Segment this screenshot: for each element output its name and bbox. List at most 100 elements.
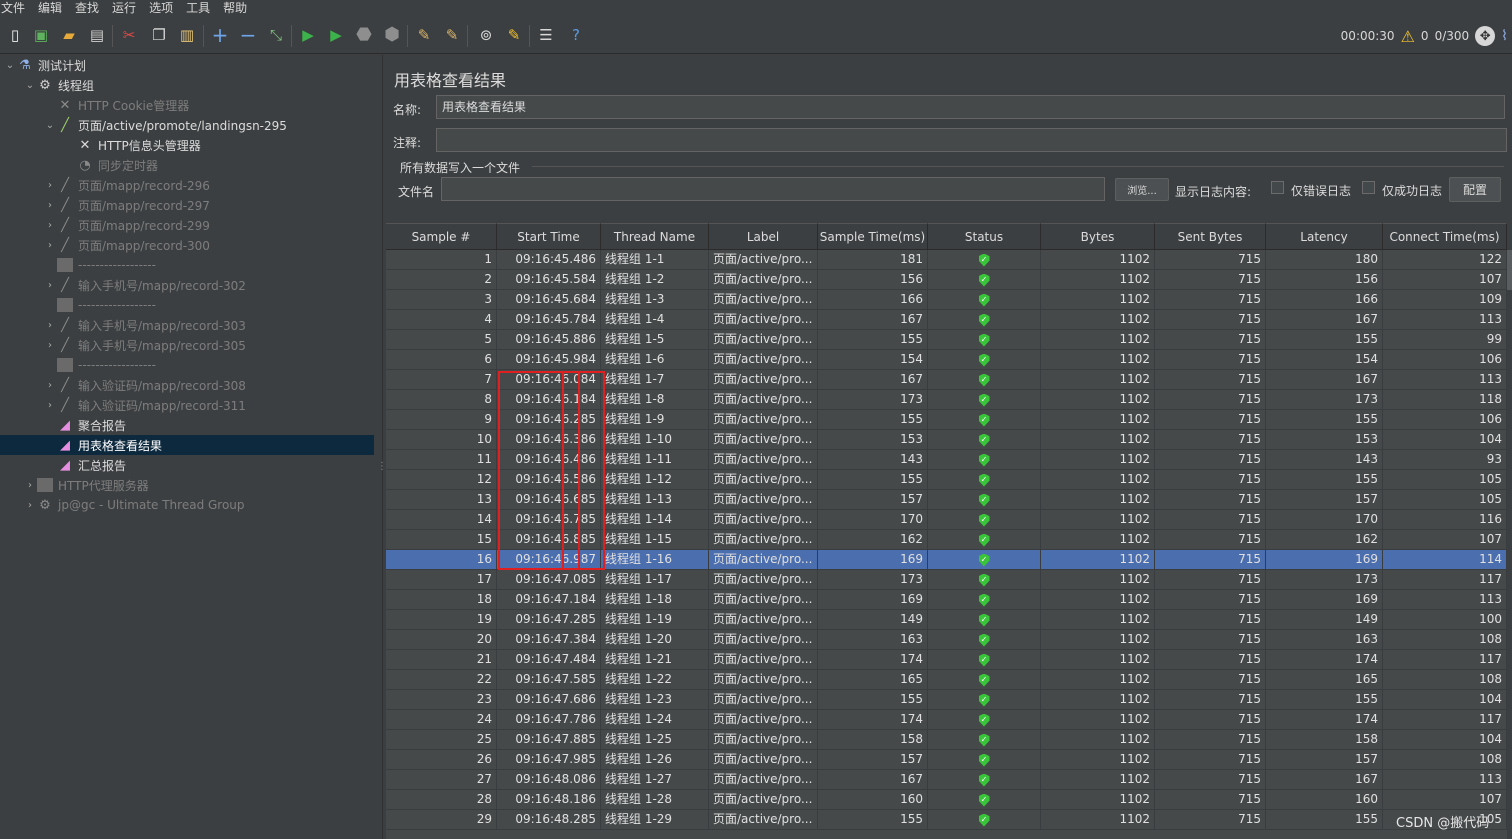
column-header[interactable]: Connect Time(ms): [1383, 223, 1507, 250]
search-icon[interactable]: ⊚: [475, 24, 497, 46]
tree-node[interactable]: ◢ 用表格查看结果: [0, 435, 374, 455]
expand-toggle-icon[interactable]: ›: [44, 340, 56, 351]
table-row[interactable]: 20 09:16:47.384 线程组 1-20 页面/active/pro... 16…: [386, 630, 1507, 650]
column-header[interactable]: Sample Time(ms): [818, 223, 928, 250]
expand-toggle-icon[interactable]: ›: [44, 320, 56, 331]
menu-item[interactable]: 运行: [111, 0, 142, 16]
table-row[interactable]: 19 09:16:47.285 线程组 1-19 页面/active/pro... 14…: [386, 610, 1507, 630]
function-helper-icon[interactable]: ☰: [535, 24, 557, 46]
errors-only-checkbox[interactable]: [1271, 181, 1284, 194]
table-row[interactable]: 5 09:16:45.886 线程组 1-5 页面/active/pro... 155 ✓…: [386, 330, 1507, 350]
shutdown-icon[interactable]: ⬢: [381, 24, 403, 46]
expand-toggle-icon[interactable]: ›: [44, 240, 56, 251]
column-header[interactable]: Label: [709, 223, 818, 250]
expand-toggle-icon[interactable]: ›: [44, 400, 56, 411]
table-row[interactable]: 24 09:16:47.786 线程组 1-24 页面/active/pro... 17…: [386, 710, 1507, 730]
tree-node[interactable]: ◢ 聚合报告: [0, 415, 374, 435]
menu-item[interactable]: 工具: [185, 0, 216, 16]
expand-toggle-icon[interactable]: ›: [44, 380, 56, 391]
column-header[interactable]: Thread Name: [601, 223, 709, 250]
tree-node[interactable]: › ╱ 页面/mapp/record-299: [0, 215, 374, 235]
cut-icon[interactable]: ✂: [118, 24, 140, 46]
column-header[interactable]: Latency: [1266, 223, 1383, 250]
tree-node[interactable]: ✕ HTTP Cookie管理器: [0, 95, 374, 115]
tree-node[interactable]: › ╱ 输入手机号/mapp/record-305: [0, 335, 374, 355]
remote-engines-icon[interactable]: ✥: [1475, 26, 1496, 46]
splitter[interactable]: ⋮: [374, 55, 387, 839]
expand-toggle-icon[interactable]: ›: [44, 180, 56, 191]
column-header[interactable]: Bytes: [1041, 223, 1155, 250]
expand-toggle-icon[interactable]: ›: [44, 200, 56, 211]
tree-node[interactable]: › ⚙ jp@gc - Ultimate Thread Group: [0, 495, 374, 515]
table-row[interactable]: 27 09:16:48.086 线程组 1-27 页面/active/pro... 16…: [386, 770, 1507, 790]
tree-node[interactable]: › ╱ 输入手机号/mapp/record-303: [0, 315, 374, 335]
table-row[interactable]: 4 09:16:45.784 线程组 1-4 页面/active/pro... 167 ✓…: [386, 310, 1507, 330]
expand-toggle-icon[interactable]: ›: [24, 480, 36, 491]
stop-icon[interactable]: ⬣: [353, 24, 375, 46]
tree-node[interactable]: › ╱ 页面/mapp/record-300: [0, 235, 374, 255]
clear-icon[interactable]: ✎: [413, 24, 435, 46]
clear-all-icon[interactable]: ✎: [441, 24, 463, 46]
save-icon[interactable]: ▤: [86, 24, 108, 46]
expand-toggle-icon[interactable]: ›: [24, 500, 36, 511]
menu-item[interactable]: 编辑: [37, 0, 68, 16]
table-row[interactable]: 22 09:16:47.585 线程组 1-22 页面/active/pro... 16…: [386, 670, 1507, 690]
tree-node[interactable]: › ╱ 输入手机号/mapp/record-302: [0, 275, 374, 295]
menu-item[interactable]: 帮助: [222, 0, 253, 16]
collapse-icon[interactable]: −: [237, 24, 259, 46]
column-header[interactable]: Status: [928, 223, 1041, 250]
tree-node[interactable]: ✕ HTTP信息头管理器: [0, 135, 374, 155]
expand-toggle-icon[interactable]: ⌄: [44, 120, 56, 131]
copy-icon[interactable]: ❐: [148, 24, 170, 46]
scrollbar-thumb[interactable]: [1507, 250, 1512, 290]
column-header[interactable]: Start Time: [497, 223, 601, 250]
table-row[interactable]: 2 09:16:45.584 线程组 1-2 页面/active/pro... 156 ✓…: [386, 270, 1507, 290]
expand-toggle-icon[interactable]: ›: [44, 220, 56, 231]
reset-search-icon[interactable]: ✎: [503, 24, 525, 46]
warning-icon[interactable]: ⚠: [1401, 27, 1415, 46]
success-only-checkbox[interactable]: [1362, 181, 1375, 194]
tree-node[interactable]: › ╱ 输入验证码/mapp/record-308: [0, 375, 374, 395]
table-row[interactable]: 23 09:16:47.686 线程组 1-23 页面/active/pro... 15…: [386, 690, 1507, 710]
browse-button[interactable]: 浏览...: [1115, 178, 1169, 201]
toggle-icon[interactable]: ⤡: [265, 24, 287, 46]
table-row[interactable]: 18 09:16:47.184 线程组 1-18 页面/active/pro... 16…: [386, 590, 1507, 610]
expand-toggle-icon[interactable]: ⌄: [4, 60, 16, 71]
help-icon[interactable]: ?: [565, 24, 587, 46]
tree-node[interactable]: › ╱ 页面/mapp/record-297: [0, 195, 374, 215]
table-row[interactable]: 25 09:16:47.885 线程组 1-25 页面/active/pro... 15…: [386, 730, 1507, 750]
tree-node[interactable]: › HTTP代理服务器: [0, 475, 374, 495]
expand-icon[interactable]: +: [209, 24, 231, 46]
table-row[interactable]: 3 09:16:45.684 线程组 1-3 页面/active/pro... 166 ✓…: [386, 290, 1507, 310]
tree-node[interactable]: › ╱ 页面/mapp/record-296: [0, 175, 374, 195]
templates-icon[interactable]: ▣: [30, 24, 52, 46]
log-viewer-icon[interactable]: ⌇: [1501, 28, 1508, 44]
expand-toggle-icon[interactable]: ›: [44, 280, 56, 291]
expand-toggle-icon[interactable]: ⌄: [24, 80, 36, 91]
menu-item[interactable]: 查找: [74, 0, 105, 16]
table-row[interactable]: 17 09:16:47.085 线程组 1-17 页面/active/pro... 17…: [386, 570, 1507, 590]
tree-node[interactable]: ⌄ ╱ 页面/active/promote/landingsn-295: [0, 115, 374, 135]
column-header[interactable]: Sent Bytes: [1155, 223, 1266, 250]
start-icon[interactable]: ▶: [297, 24, 319, 46]
tree-node[interactable]: ⌄ ⚙ 线程组: [0, 75, 374, 95]
table-row[interactable]: 29 09:16:48.285 线程组 1-29 页面/active/pro... 15…: [386, 810, 1507, 830]
table-row[interactable]: 21 09:16:47.484 线程组 1-21 页面/active/pro... 17…: [386, 650, 1507, 670]
tree-node[interactable]: ◢ 汇总报告: [0, 455, 374, 475]
comment-field[interactable]: [436, 128, 1507, 152]
paste-icon[interactable]: ▥: [176, 24, 198, 46]
menu-item[interactable]: 文件: [0, 0, 31, 16]
tree-node[interactable]: ⌄ ⚗ 测试计划: [0, 55, 374, 75]
start-no-pause-icon[interactable]: ▶: [325, 24, 347, 46]
tree-node[interactable]: › ╱ 输入验证码/mapp/record-311: [0, 395, 374, 415]
column-header[interactable]: Sample #: [386, 223, 497, 250]
tree-node[interactable]: ------------------: [0, 295, 374, 315]
table-row[interactable]: 6 09:16:45.984 线程组 1-6 页面/active/pro... 154 ✓…: [386, 350, 1507, 370]
new-icon[interactable]: ▯: [4, 24, 26, 46]
tree-node[interactable]: ◔ 同步定时器: [0, 155, 374, 175]
tree-node[interactable]: ------------------: [0, 255, 374, 275]
filename-field[interactable]: [441, 177, 1105, 201]
open-icon[interactable]: ▰: [58, 24, 80, 46]
menu-item[interactable]: 选项: [148, 0, 179, 16]
table-row[interactable]: 28 09:16:48.186 线程组 1-28 页面/active/pro... 16…: [386, 790, 1507, 810]
